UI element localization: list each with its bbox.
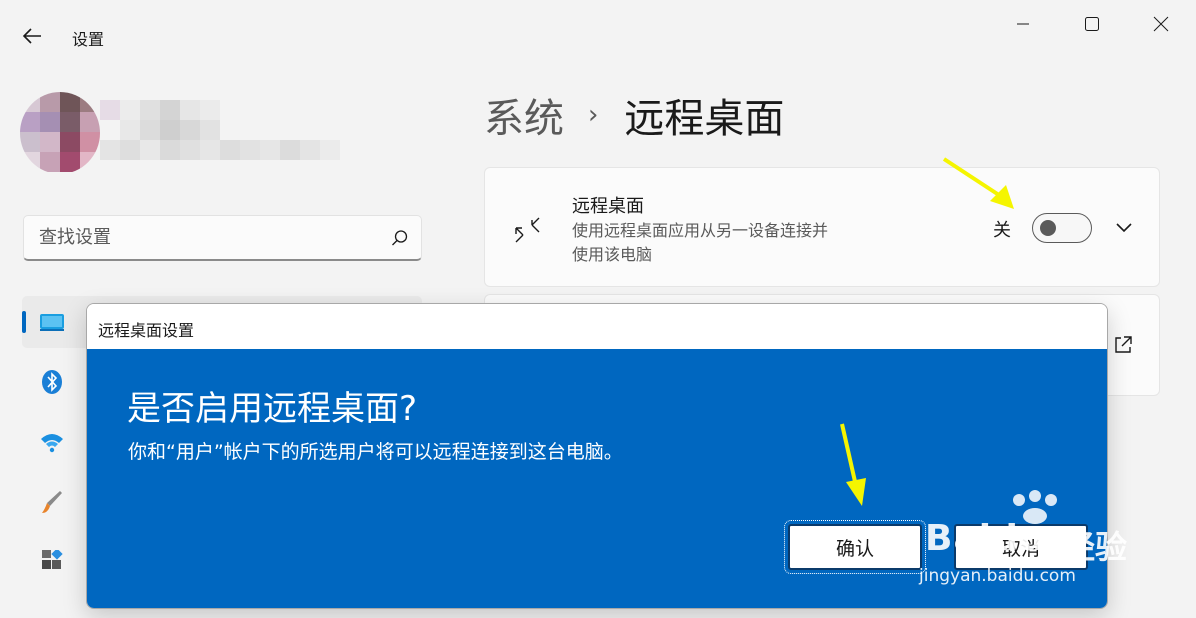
apps-icon [42, 550, 63, 569]
maximize-icon [1085, 17, 1099, 31]
sidebar-item-personalization[interactable] [38, 488, 66, 516]
remote-desktop-icon [508, 210, 548, 250]
dialog-message: 你和“用户”帐户下的所选用户将可以远程连接到这台电脑。 [128, 441, 623, 463]
network-wifi-icon [41, 434, 63, 453]
close-window-button[interactable] [1138, 8, 1184, 40]
watermark-cn: 经验 [1063, 528, 1128, 566]
sidebar-item-apps[interactable] [38, 548, 66, 576]
watermark: Baidu 经验 jingyan.baidu.com [915, 490, 1155, 590]
dialog-title: 远程桌面设置 [98, 321, 195, 340]
search-box[interactable] [23, 215, 422, 261]
close-icon [1153, 16, 1169, 32]
annotation-arrow-toggle [942, 157, 1014, 209]
search-icon [392, 229, 408, 245]
back-button[interactable] [14, 18, 50, 54]
search-input[interactable] [39, 227, 391, 248]
dialog-titlebar: 远程桌面设置 [87, 304, 1107, 349]
toggle-state-label: 关 [993, 220, 1011, 241]
remote-desktop-title: 远程桌面 [572, 196, 644, 217]
remote-desktop-toggle[interactable] [1032, 213, 1092, 243]
minimize-icon [1017, 23, 1029, 25]
avatar[interactable] [20, 92, 100, 174]
app-title: 设置 [72, 30, 105, 49]
annotation-arrow-confirm [840, 423, 866, 506]
minimize-button[interactable] [1000, 8, 1046, 40]
breadcrumb-parent[interactable]: 系统 [484, 86, 564, 144]
chevron-down-icon [1116, 223, 1132, 233]
account-name-blurred [100, 100, 340, 160]
selection-indicator [22, 311, 26, 333]
page-title: 远程桌面 [624, 96, 785, 142]
confirm-button[interactable]: 确认 [784, 520, 926, 574]
system-icon [38, 308, 66, 336]
sidebar-item-bluetooth[interactable] [38, 368, 66, 396]
personalization-brush-icon [42, 491, 62, 513]
breadcrumb: 系统 › 远程桌面 [484, 86, 784, 144]
expand-button[interactable] [1110, 214, 1138, 242]
watermark-brand: Baidu [925, 518, 1046, 559]
sidebar-item-network[interactable] [38, 428, 66, 456]
breadcrumb-separator: › [588, 100, 599, 130]
open-external-button[interactable] [1110, 332, 1136, 358]
external-link-icon [1115, 336, 1132, 353]
maximize-button[interactable] [1069, 8, 1115, 40]
back-arrow-icon [22, 28, 41, 44]
watermark-url: jingyan.baidu.com [919, 566, 1076, 586]
toggle-knob [1040, 220, 1056, 236]
bluetooth-icon [42, 370, 62, 394]
dialog-heading: 是否启用远程桌面? [127, 389, 418, 429]
remote-desktop-description: 使用远程桌面应用从另一设备连接并使用该电脑 [572, 221, 829, 264]
